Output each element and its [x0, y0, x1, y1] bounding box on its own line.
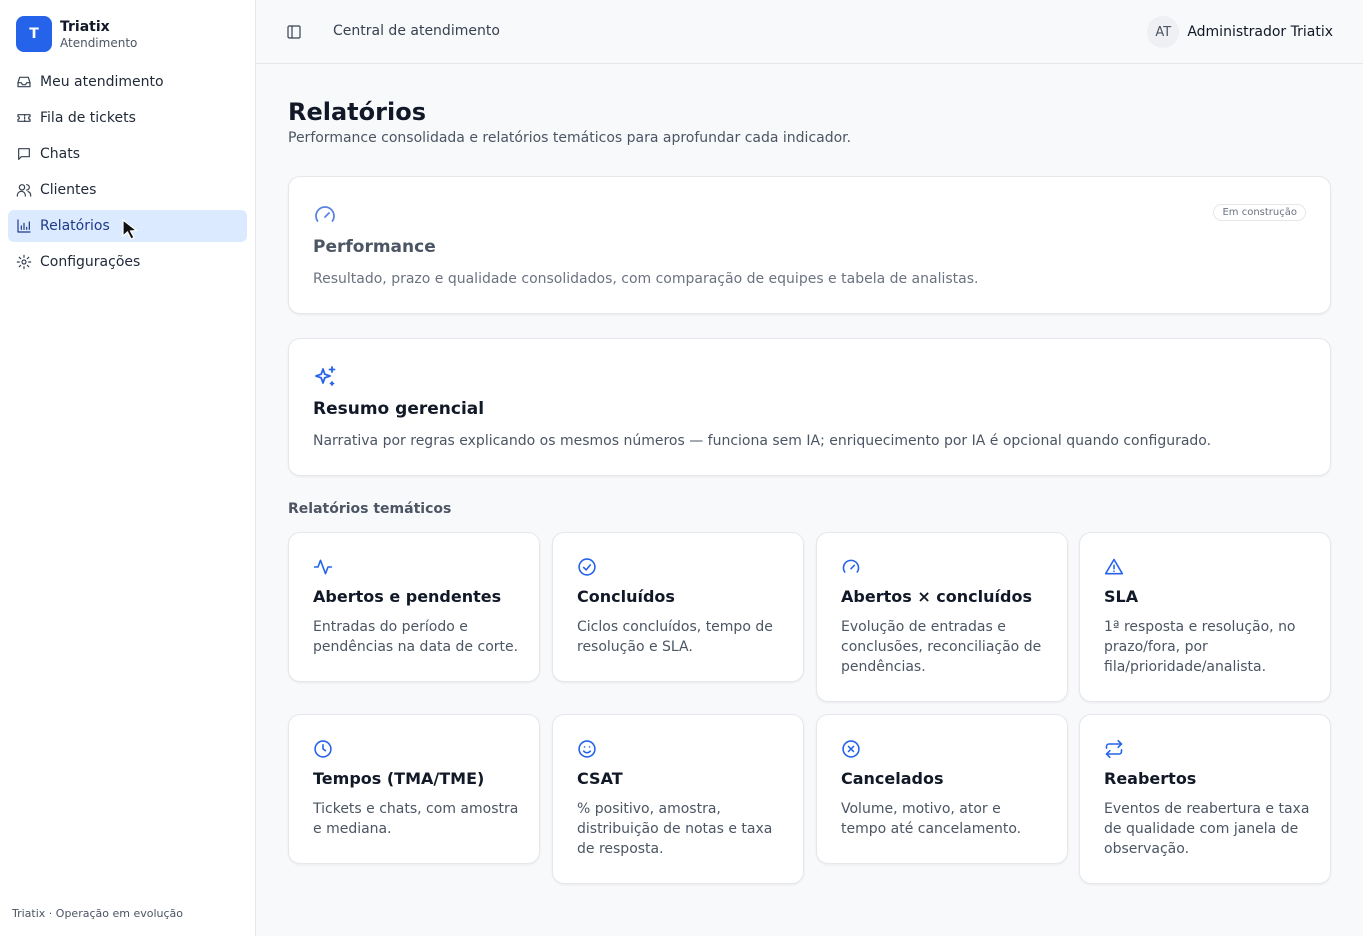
card-title: SLA [1104, 587, 1139, 606]
card-title: Abertos e pendentes [313, 587, 502, 606]
mouse-cursor-icon [122, 218, 139, 240]
sparkles-icon [313, 365, 337, 389]
report-card-cancelados[interactable]: Cancelados Volume, motivo, ator e tempo … [816, 714, 1068, 864]
brand-logo: T [16, 16, 52, 52]
activity-icon [313, 557, 333, 577]
page-header: Relatórios Performance consolidada e rel… [288, 96, 1331, 146]
gear-icon [16, 254, 32, 270]
card-description: Ciclos concluídos, tempo de resolução e … [577, 619, 773, 655]
report-card-tempos[interactable]: Tempos (TMA/TME) Tickets e chats, com am… [288, 714, 540, 864]
card-title: Performance [313, 237, 436, 257]
sidebar-item-label: Fila de tickets [40, 110, 136, 126]
sidebar: T Triatix Atendimento Meu atendimento Fi… [0, 0, 256, 936]
card-title: Reabertos [1104, 769, 1197, 788]
check-circle-icon [577, 557, 597, 577]
x-circle-icon [841, 739, 861, 759]
sidebar-item-meu-atendimento[interactable]: Meu atendimento [8, 66, 247, 98]
card-title: CSAT [577, 769, 623, 788]
card-title: Cancelados [841, 769, 944, 788]
status-badge: Em construção [1213, 204, 1306, 221]
card-description: 1ª resposta e resolução, no prazo/fora, … [1104, 619, 1296, 675]
panel-left-icon [287, 25, 301, 39]
ticket-icon [16, 110, 32, 126]
report-card-csat[interactable]: CSAT % positivo, amostra, distribuição d… [552, 714, 804, 884]
sidebar-item-label: Meu atendimento [40, 74, 164, 90]
sidebar-item-label: Clientes [40, 182, 97, 198]
inbox-icon [16, 74, 32, 90]
sidebar-nav: Meu atendimento Fila de tickets Chats Cl… [8, 66, 247, 282]
sidebar-footer: Triatix · Operação em evolução [12, 907, 184, 920]
sidebar-item-clientes[interactable]: Clientes [8, 174, 247, 206]
message-icon [16, 146, 32, 162]
sidebar-toggle-button[interactable] [286, 24, 302, 40]
brand-subtitle: Atendimento [60, 35, 138, 50]
sidebar-item-fila-de-tickets[interactable]: Fila de tickets [8, 102, 247, 134]
sidebar-item-configuracoes[interactable]: Configurações [8, 246, 247, 278]
topbar: Central de atendimento AT Administrador … [256, 0, 1363, 64]
repeat-icon [1104, 739, 1124, 759]
sidebar-item-label: Relatórios [40, 218, 110, 234]
card-title: Tempos (TMA/TME) [313, 769, 485, 788]
brand-name: Triatix [60, 18, 110, 35]
card-title: Abertos × concluídos [841, 587, 1032, 606]
users-icon [16, 182, 32, 198]
report-card-concluidos[interactable]: Concluídos Ciclos concluídos, tempo de r… [552, 532, 804, 682]
card-description: Entradas do período e pendências na data… [313, 619, 519, 655]
performance-card[interactable]: Em construção Performance Resultado, pra… [288, 176, 1331, 314]
user-name: Administrador Triatix [1187, 24, 1333, 40]
brand[interactable]: T Triatix Atendimento [16, 16, 137, 52]
brand-text: Triatix Atendimento [60, 19, 137, 50]
card-description: Resultado, prazo e qualidade consolidado… [313, 271, 979, 287]
sidebar-item-chats[interactable]: Chats [8, 138, 247, 170]
smile-icon [577, 739, 597, 759]
card-description: Narrativa por regras explicando os mesmo… [313, 433, 1212, 449]
bar-chart-icon [16, 218, 32, 234]
avatar: AT [1147, 16, 1180, 48]
gauge-icon [841, 557, 861, 577]
card-description: Volume, motivo, ator e tempo até cancela… [841, 801, 1022, 837]
report-card-reabertos[interactable]: Reabertos Eventos de reabertura e taxa d… [1079, 714, 1331, 884]
card-description: Eventos de reabertura e taxa de qualidad… [1104, 801, 1310, 857]
page-description: Performance consolidada e relatórios tem… [288, 130, 852, 146]
card-title: Resumo gerencial [313, 399, 485, 419]
clock-icon [313, 739, 333, 759]
card-description: Tickets e chats, com amostra e mediana. [313, 801, 519, 837]
section-title: Relatórios temáticos [288, 501, 452, 517]
report-card-sla[interactable]: SLA 1ª resposta e resolução, no prazo/fo… [1079, 532, 1331, 702]
card-description: % positivo, amostra, distribuição de not… [577, 801, 773, 857]
user-menu[interactable]: AT Administrador Triatix [1147, 16, 1333, 48]
card-description: Evolução de entradas e conclusões, recon… [841, 619, 1042, 675]
sidebar-item-label: Configurações [40, 254, 141, 270]
warning-icon [1104, 557, 1124, 577]
report-card-abertos-pendentes[interactable]: Abertos e pendentes Entradas do período … [288, 532, 540, 682]
topbar-title: Central de atendimento [333, 23, 500, 39]
card-title: Concluídos [577, 587, 675, 606]
gauge-icon [313, 203, 337, 227]
summary-card[interactable]: Resumo gerencial Narrativa por regras ex… [288, 338, 1331, 476]
sidebar-item-label: Chats [40, 146, 81, 162]
page-title: Relatórios [288, 98, 426, 126]
report-card-abertos-concluidos[interactable]: Abertos × concluídos Evolução de entrada… [816, 532, 1068, 702]
